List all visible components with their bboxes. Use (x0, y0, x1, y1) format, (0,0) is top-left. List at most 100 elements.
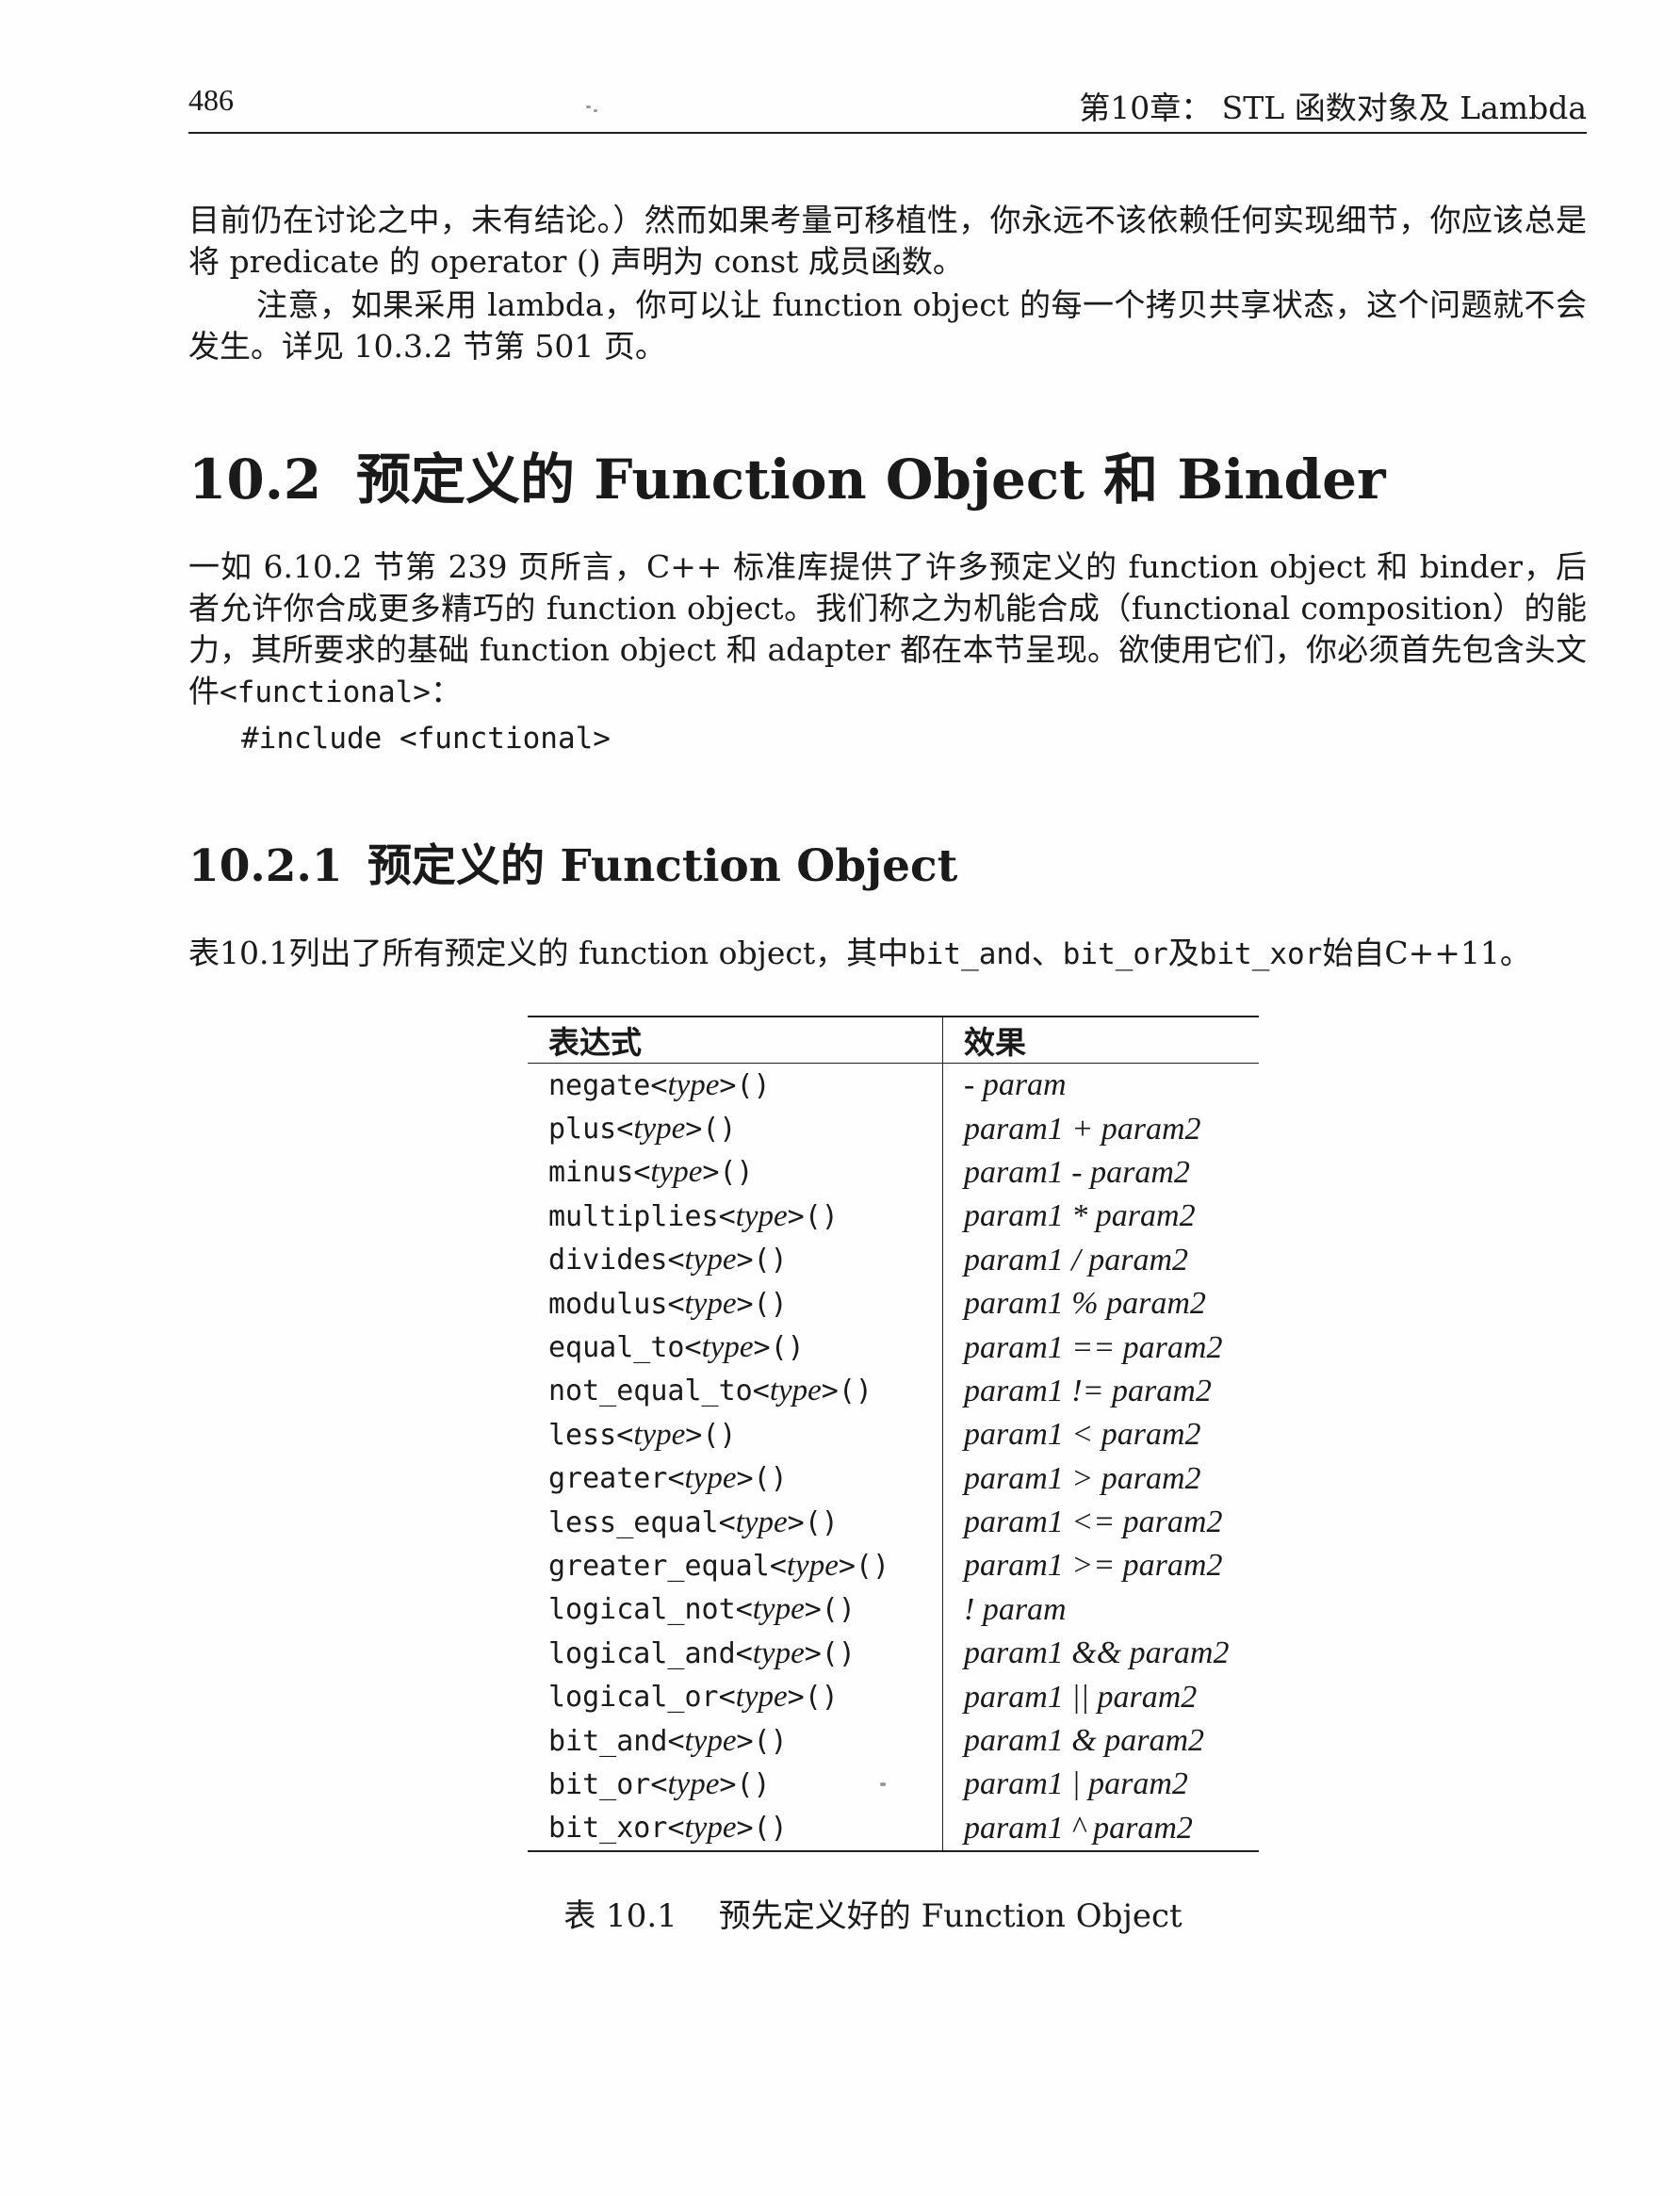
effect-cell: ! param (964, 1591, 1067, 1627)
template-param: type (650, 1155, 703, 1190)
scan-speck (594, 109, 597, 112)
template-param: type (752, 1592, 805, 1627)
intro-header-name: <functional> (220, 675, 431, 709)
functor-name: bit_xor (548, 1812, 668, 1846)
separator: 及 (1167, 935, 1199, 971)
call-parens: () (753, 1462, 788, 1496)
table-row: logical_or<type>() param1 || param2 (528, 1675, 1259, 1719)
subsection-number: 10.2.1 (188, 840, 343, 892)
template-param: type (769, 1374, 822, 1408)
angle-close: > (838, 1549, 856, 1583)
angle-open: < (650, 1767, 668, 1801)
angle-open: < (667, 1724, 685, 1758)
functor-name: logical_and (548, 1636, 736, 1670)
table-row: minus<type>() param1 - param2 (528, 1150, 1259, 1196)
angle-close: > (736, 1812, 754, 1846)
functor-name: minus (548, 1156, 634, 1190)
functor-name: equal_to (548, 1331, 685, 1365)
section-title: 预定义的 Function Object 和 Binder (356, 447, 1386, 512)
call-parens: () (821, 1593, 856, 1627)
section-number: 10.2 (188, 447, 322, 512)
template-param: type (684, 1461, 737, 1496)
angle-open: < (667, 1287, 685, 1321)
paragraph-portability: 目前仍在讨论之中，未有结论。）然而如果考量可移植性，你永远不该依赖任何实现细节，… (188, 202, 1587, 280)
template-param: type (786, 1548, 839, 1583)
angle-open: < (769, 1549, 787, 1583)
expression-cell: greater<type>() (528, 1456, 943, 1501)
template-param: type (684, 1811, 737, 1846)
page-number: 486 (188, 83, 234, 117)
expression-cell: not_equal_to<type>() (528, 1369, 943, 1414)
call-parens: () (736, 1068, 771, 1102)
angle-open: < (667, 1244, 685, 1277)
call-parens: () (804, 1681, 839, 1715)
template-param: type (633, 1417, 686, 1452)
effect-cell: param1 && param2 (964, 1635, 1230, 1671)
code-bit-and: bit_and (908, 937, 1032, 971)
expression-cell: greater_equal<type>() (528, 1544, 943, 1588)
expression-cell: negate<type>() (528, 1063, 943, 1108)
effect-cell: param1 <= param2 (964, 1505, 1223, 1540)
effect-cell: param1 > param2 (964, 1460, 1201, 1496)
angle-open: < (684, 1331, 702, 1365)
angle-open: < (735, 1636, 753, 1670)
call-parens: () (838, 1375, 873, 1408)
template-param: type (684, 1286, 737, 1321)
angle-close: > (736, 1287, 754, 1321)
expression-cell: logical_or<type>() (528, 1675, 943, 1719)
angle-open: < (718, 1681, 736, 1715)
effect-cell: param1 >= param2 (964, 1548, 1223, 1584)
table-row: logical_not<type>() ! param (528, 1587, 1259, 1633)
expression-cell: minus<type>() (528, 1150, 943, 1196)
effect-cell: param1 != param2 (964, 1373, 1212, 1408)
effect-cell: param1 == param2 (964, 1329, 1223, 1365)
functor-name: less (548, 1418, 617, 1452)
angle-open: < (616, 1418, 634, 1452)
angle-close: > (753, 1331, 771, 1365)
table-row: less<type>() param1 < param2 (528, 1413, 1259, 1457)
call-parens: () (702, 1418, 737, 1452)
functor-name: not_equal_to (548, 1375, 753, 1408)
angle-close: > (804, 1636, 822, 1670)
functor-name: bit_or (548, 1767, 651, 1801)
table-row: not_equal_to<type>() param1 != param2 (528, 1369, 1259, 1414)
functor-name: logical_or (548, 1681, 719, 1715)
effect-cell: - param (964, 1067, 1067, 1103)
functor-name: modulus (548, 1287, 668, 1321)
functor-name: bit_and (548, 1724, 668, 1758)
angle-open: < (650, 1068, 668, 1102)
angle-open: < (667, 1812, 685, 1846)
table-row: bit_xor<type>() param1 ^ param2 (528, 1806, 1259, 1852)
expression-cell: bit_xor<type>() (528, 1806, 943, 1852)
expression-cell: logical_and<type>() (528, 1632, 943, 1676)
effect-cell: param1 & param2 (964, 1723, 1205, 1759)
template-param: type (752, 1635, 805, 1670)
function-object-table: 表达式 效果 negate<type>() - param plus<type>()… (528, 1016, 1259, 1853)
template-param: type (633, 1112, 686, 1147)
running-header: 486 第10章： STL 函数对象及 Lambda (188, 81, 1587, 134)
effect-cell: param1 < param2 (964, 1417, 1201, 1453)
expression-cell: multiplies<type>() (528, 1195, 943, 1239)
table-row: bit_and<type>() param1 & param2 (528, 1718, 1259, 1764)
code-bit-or: bit_or (1062, 937, 1168, 971)
call-parens: () (753, 1812, 788, 1846)
call-parens: () (736, 1767, 771, 1801)
expression-cell: modulus<type>() (528, 1281, 943, 1326)
scan-speck (586, 106, 591, 108)
angle-close: > (702, 1156, 720, 1190)
functor-name: negate (548, 1068, 651, 1102)
expression-cell: logical_not<type>() (528, 1587, 943, 1633)
angle-open: < (752, 1375, 770, 1408)
table-row: greater<type>() param1 > param2 (528, 1456, 1259, 1501)
intro-text-end: ： (430, 673, 462, 709)
table-intro-text-end: 始自C++11。 (1322, 935, 1531, 971)
angle-open: < (735, 1593, 753, 1627)
template-param: type (684, 1243, 737, 1277)
angle-close: > (821, 1375, 839, 1408)
effect-cell: param1 - param2 (964, 1154, 1190, 1190)
paragraph-lambda-note: 注意，如果采用 lambda，你可以让 function object 的每一个… (188, 286, 1587, 365)
template-param: type (735, 1680, 788, 1715)
angle-close: > (787, 1199, 805, 1233)
angle-close: > (736, 1724, 754, 1758)
table-row: bit_or<type>() param1 | param2 (528, 1763, 1259, 1807)
